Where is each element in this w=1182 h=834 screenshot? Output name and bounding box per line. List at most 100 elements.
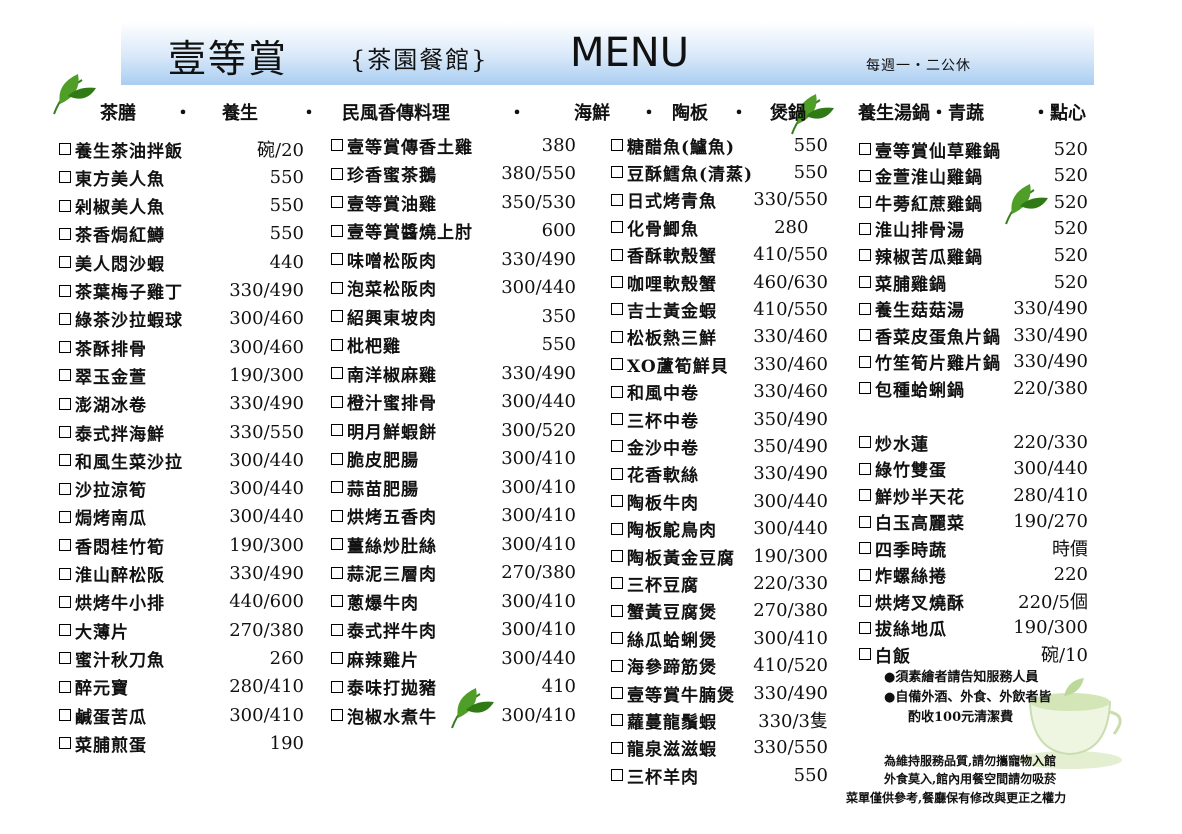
checkbox[interactable] [611,577,623,590]
menu-item[interactable]: 炸螺絲捲 220 [859,563,1088,587]
checkbox[interactable] [331,538,343,550]
checkbox[interactable] [59,256,71,269]
menu-item[interactable]: 蘿蔓龍鬚蝦 330/3隻 [611,708,828,733]
checkbox[interactable] [859,169,871,182]
checkbox[interactable] [859,302,871,315]
menu-item[interactable]: 沙拉涼筍 300/440 [59,477,304,501]
checkbox[interactable] [59,539,71,552]
menu-item[interactable]: 茶酥排骨 300/460 [59,335,304,360]
menu-item[interactable]: 壹等賞仙草雞鍋 520 [859,137,1088,162]
menu-item[interactable]: 日式烤青魚 330/550 [611,188,828,212]
menu-item[interactable]: 海參蹄筋煲 410/520 [611,654,828,678]
menu-item[interactable]: 泡椒水煮牛 300/410 [331,703,576,728]
checkbox[interactable] [611,413,623,425]
menu-item[interactable]: 辣椒苦瓜雞鍋 520 [859,243,1088,268]
menu-item[interactable]: 陶板黃金豆腐 190/300 [611,544,828,569]
checkbox[interactable] [611,714,623,727]
checkbox[interactable] [331,395,343,408]
checkbox[interactable] [611,741,623,754]
checkbox[interactable] [59,709,71,721]
menu-item[interactable]: 絲瓜蛤蜊煲 300/410 [611,626,828,651]
menu-item[interactable]: 拔絲地瓜 190/300 [859,616,1088,640]
menu-item[interactable]: 鹹蛋苦瓜 300/410 [59,703,304,728]
checkbox[interactable] [59,624,71,637]
menu-item[interactable]: 蟹黃豆腐煲 270/380 [611,599,828,623]
checkbox[interactable] [331,680,343,693]
checkbox[interactable] [859,648,871,660]
checkbox[interactable] [59,143,71,155]
menu-item[interactable]: XO蘆筍鮮貝 330/460 [611,352,828,377]
menu-item[interactable]: 化骨鯽魚 280 [611,215,808,240]
checkbox[interactable] [611,193,623,206]
menu-item[interactable]: 炒水蓮 220/330 [859,430,1088,455]
checkbox[interactable] [331,253,343,265]
menu-item[interactable]: 茶香焗紅鱒 550 [59,222,304,246]
menu-item[interactable]: 壹等賞醬燒上肘 600 [331,219,576,243]
menu-item[interactable]: 味噌松阪肉 330/490 [331,247,576,272]
checkbox[interactable] [611,550,623,562]
checkbox[interactable] [859,249,871,262]
menu-item[interactable]: 淮山醉松阪 330/490 [59,562,304,586]
checkbox[interactable] [611,769,623,782]
menu-item[interactable]: 白飯 碗/10 [859,642,1088,667]
menu-item[interactable]: 陶板牛肉 300/440 [611,489,828,514]
menu-item[interactable]: 綠竹雙蛋 300/440 [859,457,1088,481]
checkbox[interactable] [859,515,871,528]
menu-item[interactable]: 壹等賞油雞 350/530 [331,190,576,215]
checkbox[interactable] [859,462,871,475]
menu-item[interactable]: 花香軟絲 330/490 [611,462,828,486]
menu-item[interactable]: 烘烤牛小排 440/600 [59,590,304,614]
menu-item[interactable]: 烘烤五香肉 300/410 [331,504,576,528]
menu-item[interactable]: 菜脯雞鍋 520 [859,270,1088,295]
checkbox[interactable] [611,276,623,288]
menu-item[interactable]: 松板熱三鮮 330/460 [611,325,828,349]
checkbox[interactable] [611,221,623,234]
checkbox[interactable] [59,312,71,325]
menu-item[interactable]: 茶葉梅子雞丁 330/490 [59,279,304,303]
menu-item[interactable]: 珍香蜜茶鵝 380/550 [331,162,576,186]
menu-item[interactable]: 咖哩軟殼蟹 460/630 [611,270,828,295]
checkbox[interactable] [331,623,343,636]
checkbox[interactable] [331,338,343,351]
menu-item[interactable]: 竹笙筍片雞片鍋 330/490 [859,350,1088,374]
checkbox[interactable] [59,199,71,212]
checkbox[interactable] [611,522,623,535]
checkbox[interactable] [611,166,623,179]
menu-item[interactable]: 泰式拌海鮮 330/550 [59,420,304,445]
menu-item[interactable]: 泡菜松阪肉 300/440 [331,276,576,300]
checkbox[interactable] [859,568,871,581]
checkbox[interactable] [331,281,343,294]
menu-item[interactable]: 焗烤南瓜 300/440 [59,505,304,529]
menu-item[interactable]: 烘烤叉燒酥 220/5個 [859,589,1088,614]
checkbox[interactable] [611,659,623,672]
checkbox[interactable] [331,452,343,465]
menu-item[interactable]: 壹等賞牛腩煲 330/490 [611,681,828,706]
checkbox[interactable] [331,424,343,436]
checkbox[interactable] [331,709,343,721]
checkbox[interactable] [859,382,871,395]
checkbox[interactable] [331,481,343,493]
checkbox[interactable] [611,467,623,480]
checkbox[interactable] [611,330,623,343]
menu-item[interactable]: 養生茶油拌飯 碗/20 [59,137,304,162]
checkbox[interactable] [859,542,871,554]
checkbox[interactable] [859,143,871,155]
checkbox[interactable] [59,227,71,240]
menu-item[interactable]: 脆皮肥腸 300/410 [331,447,576,471]
checkbox[interactable] [611,385,623,398]
menu-item[interactable]: 金萱淮山雞鍋 520 [859,164,1088,188]
checkbox[interactable] [331,196,343,208]
checkbox[interactable] [611,495,623,508]
menu-item[interactable]: 菜脯煎蛋 190 [59,731,304,756]
checkbox[interactable] [331,509,343,522]
checkbox[interactable] [59,369,71,382]
checkbox[interactable] [611,139,623,151]
checkbox[interactable] [331,595,343,607]
menu-item[interactable]: 南洋椒麻雞 330/490 [331,361,576,386]
checkbox[interactable] [859,329,871,342]
menu-item[interactable]: 三杯中卷 350/490 [611,407,828,432]
menu-item[interactable]: 蔥爆牛肉 300/410 [331,589,576,614]
menu-item[interactable]: 四季時蔬 時價 [859,536,1088,561]
menu-item[interactable]: 翠玉金萱 190/300 [59,363,304,388]
menu-item[interactable]: 薑絲炒肚絲 300/410 [331,532,576,557]
